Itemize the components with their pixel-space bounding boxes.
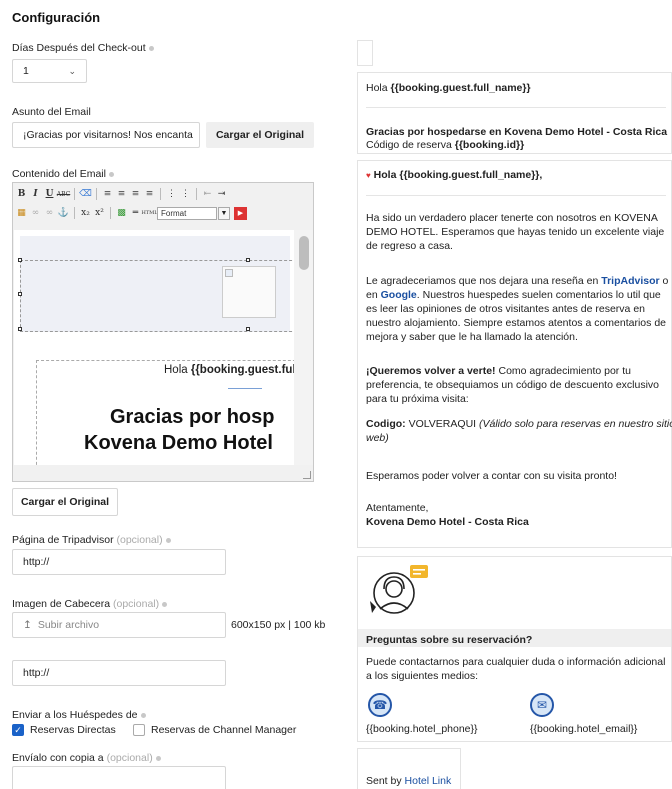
- align-justify-icon[interactable]: ≡: [143, 188, 156, 201]
- indent-icon[interactable]: ⇥: [215, 188, 228, 201]
- editor-toolbar-row-2: ▦ ∞ ∞ ⚓ x₂ x² ▩ ═ HTML Format ▼ ▶: [15, 205, 247, 221]
- strikethrough-icon[interactable]: ABC: [57, 188, 70, 201]
- editor-greeting: Hola {{booking.guest.ful: [164, 364, 296, 376]
- superscript-icon[interactable]: x²: [93, 207, 106, 220]
- html-source-icon[interactable]: HTML: [141, 207, 157, 220]
- preview-paragraph-2: Le agradeceriamos que nos dejara una res…: [366, 275, 669, 343]
- load-original-button-2[interactable]: Cargar el Original: [12, 488, 118, 516]
- resize-handle[interactable]: [303, 471, 311, 479]
- header-image-label: Imagen de Cabecera (opcional): [12, 598, 168, 610]
- info-icon[interactable]: [140, 712, 146, 718]
- checkout-days-label: Días Después del Check-out: [12, 42, 154, 54]
- preview-body: ♥ Hola {{booking.guest.full_name}}, Ha s…: [357, 160, 672, 548]
- format-select[interactable]: Format: [157, 206, 217, 220]
- heart-icon: ♥: [366, 171, 371, 180]
- subject-input[interactable]: ¡Gracias por visitarnos! Nos encanta: [12, 122, 200, 148]
- chevron-down-icon[interactable]: ▼: [218, 206, 230, 220]
- italic-icon[interactable]: I: [29, 188, 42, 201]
- preview-booking-code: Código de reserva {{booking.id}}: [366, 139, 525, 151]
- preview-hotel-name: Kovena Demo Hotel - Costa Rica: [366, 516, 529, 528]
- subject-label: Asunto del Email: [12, 106, 91, 118]
- outdent-icon[interactable]: ⇤: [201, 188, 214, 201]
- image-size-hint: 600x150 px | 100 kb: [231, 619, 326, 631]
- paste-icon[interactable]: ▦: [15, 207, 28, 220]
- editor-toolbar-row-1: B I U ABC ⌫ ≡ ≡ ≡ ≡ ⋮ ⋮ ⇤ ⇥: [15, 186, 228, 202]
- preview-logo-placeholder: [357, 40, 373, 66]
- chevron-down-icon: ⌄: [68, 65, 76, 76]
- youtube-icon[interactable]: ▶: [234, 206, 247, 220]
- link-icon[interactable]: ∞: [29, 207, 42, 220]
- direct-bookings-option[interactable]: ✓ Reservas Directas: [12, 724, 116, 736]
- bullet-list-icon[interactable]: ⋮: [165, 188, 178, 201]
- questions-header: Preguntas sobre su reservación?: [358, 629, 671, 647]
- tripadvisor-link[interactable]: TripAdvisor: [601, 275, 659, 287]
- sent-by: Sent by Hotel Link: [366, 775, 452, 787]
- align-right-icon[interactable]: ≡: [129, 188, 142, 201]
- info-icon[interactable]: [148, 45, 154, 51]
- editor-content-area[interactable]: Hola {{booking.guest.ful Gracias por hos…: [14, 230, 313, 465]
- anchor-icon[interactable]: ⚓: [57, 207, 70, 220]
- unlink-icon[interactable]: ∞: [43, 207, 56, 220]
- bold-icon[interactable]: B: [15, 188, 28, 201]
- google-link[interactable]: Google: [381, 289, 417, 301]
- hotel-phone: {{booking.hotel_phone}}: [366, 723, 478, 735]
- align-left-icon[interactable]: ≡: [101, 188, 114, 201]
- subscript-icon[interactable]: x₂: [79, 207, 92, 220]
- info-icon[interactable]: [165, 537, 171, 543]
- channel-bookings-checkbox[interactable]: [133, 724, 145, 736]
- preview-sign-off: Atentamente,: [366, 502, 429, 514]
- horizontal-rule-icon[interactable]: ═: [129, 207, 142, 220]
- preview-greeting: ♥ Hola {{booking.guest.full_name}},: [366, 169, 543, 181]
- page-title: Configuración: [12, 10, 101, 25]
- info-icon[interactable]: [108, 171, 114, 177]
- preview-paragraph-5: Esperamos poder volver a contar con su v…: [366, 470, 617, 482]
- vertical-scrollbar[interactable]: [294, 230, 313, 465]
- email-icon[interactable]: ✉: [530, 693, 554, 717]
- load-original-button[interactable]: Cargar el Original: [206, 122, 314, 148]
- image-icon[interactable]: ▩: [115, 207, 128, 220]
- numbered-list-icon[interactable]: ⋮: [179, 188, 192, 201]
- info-icon[interactable]: [162, 601, 168, 607]
- preview-contact-box: Preguntas sobre su reservación? Puede co…: [357, 556, 672, 742]
- underline-icon[interactable]: U: [43, 188, 56, 201]
- tripadvisor-input[interactable]: http://: [12, 549, 226, 575]
- preview-footer: Sent by Hotel Link: [357, 748, 461, 789]
- preview-paragraph-1: Ha sido un verdadero placer tenerte con …: [366, 212, 665, 252]
- preview-discount-code: Codigo: VOLVERAQUI (Válido solo para res…: [366, 418, 672, 444]
- content-label: Contenido del Email: [12, 168, 114, 180]
- header-url-input[interactable]: http://: [12, 660, 226, 686]
- channel-bookings-option[interactable]: Reservas de Channel Manager: [133, 724, 296, 736]
- upload-icon: ↥: [23, 619, 32, 631]
- align-center-icon[interactable]: ≡: [115, 188, 128, 201]
- questions-text: Puede contactarnos para cualquier duda o…: [366, 656, 666, 682]
- preview-hello: Hola {{booking.guest.full_name}}: [366, 82, 531, 94]
- phone-icon[interactable]: ☎: [368, 693, 392, 717]
- upload-file-button[interactable]: ↥ Subir archivo: [12, 612, 226, 638]
- support-agent-icon: [370, 565, 428, 614]
- preview-header: Hola {{booking.guest.full_name}} Gracias…: [357, 72, 672, 154]
- tripadvisor-label: Página de Tripadvisor (opcional): [12, 534, 171, 546]
- preview-thanks-line: Gracias por hospedarse en Kovena Demo Ho…: [366, 126, 668, 138]
- editor-heading-2: Kovena Demo Hotel: [84, 432, 273, 454]
- rich-text-editor[interactable]: B I U ABC ⌫ ≡ ≡ ≡ ≡ ⋮ ⋮ ⇤ ⇥ ▦ ∞ ∞ ⚓ x₂ x…: [12, 182, 314, 482]
- broken-image-icon[interactable]: [222, 266, 276, 318]
- hotel-link[interactable]: Hotel Link: [405, 775, 452, 787]
- direct-bookings-checkbox[interactable]: ✓: [12, 724, 24, 736]
- editor-heading: Gracias por hosp: [110, 406, 275, 428]
- cc-label: Envíalo con copia a (opcional): [12, 752, 161, 764]
- send-to-label: Enviar a los Huéspedes de: [12, 709, 146, 721]
- preview-paragraph-3: ¡Queremos volver a verte! Como agradecim…: [366, 365, 660, 405]
- checkout-days-select[interactable]: 1 ⌄: [12, 59, 87, 83]
- hotel-email: {{booking.hotel_email}}: [530, 723, 638, 735]
- info-icon[interactable]: [155, 755, 161, 761]
- cc-input[interactable]: [12, 766, 226, 789]
- eraser-icon[interactable]: ⌫: [79, 188, 92, 201]
